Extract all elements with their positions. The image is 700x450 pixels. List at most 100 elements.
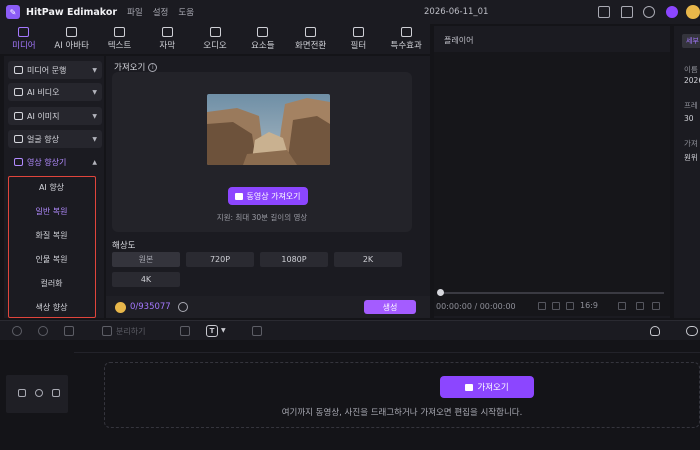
undo-icon[interactable]	[12, 326, 22, 336]
sidebar-item-face-enhance[interactable]: 얼굴 향상 ▼	[8, 130, 102, 148]
effects-icon	[400, 27, 412, 37]
feedback-icon[interactable]	[621, 6, 633, 18]
text-icon	[113, 27, 125, 37]
snapshot-icon[interactable]	[618, 302, 626, 310]
tab-filter[interactable]: 필터	[334, 24, 382, 54]
menu-file[interactable]: 파일	[127, 6, 143, 18]
delete-icon[interactable]	[64, 326, 74, 336]
profile-avatar-icon[interactable]	[666, 6, 678, 18]
video-enhance-icon	[14, 158, 23, 166]
sidebar-item-video-enhancer[interactable]: 영상 향상기 ▲	[8, 153, 102, 171]
prop-framerate-label: 프레	[684, 101, 698, 110]
next-frame-icon[interactable]	[566, 302, 574, 310]
import-drop-zone[interactable]: 동영상 가져오기 지원: 최대 30분 길이의 영상	[112, 72, 412, 232]
chevron-down-icon: ▼	[92, 88, 97, 96]
redo-icon[interactable]	[38, 326, 48, 336]
player-viewport[interactable]	[434, 52, 670, 316]
scrubber-handle[interactable]	[437, 289, 444, 296]
submenu-colorize[interactable]: 컬러화	[9, 278, 94, 289]
project-name[interactable]: 2026-06-11_01	[424, 7, 488, 17]
prop-name-value: 2026	[684, 76, 700, 85]
coin-icon[interactable]	[686, 5, 700, 19]
sidebar-item-ai-image[interactable]: AI 이미지 ▼	[8, 107, 102, 125]
submenu-color-enhance[interactable]: 색상 향상	[9, 302, 94, 313]
sidebar-item-ai-video[interactable]: AI 비디오 ▼	[8, 83, 102, 101]
submenu-ai-enhance[interactable]: AI 향상	[9, 182, 94, 193]
timeline-import-button[interactable]: 가져오기	[440, 376, 534, 398]
track-header	[6, 375, 68, 413]
import-icon	[465, 383, 474, 391]
credits-bar: 0/935077 생성	[106, 296, 430, 318]
layout-icon[interactable]	[598, 6, 610, 18]
resolution-4k-button[interactable]: 4K	[112, 272, 180, 287]
scissors-icon[interactable]	[102, 326, 112, 336]
tab-media[interactable]: 미디어	[0, 24, 48, 54]
resolution-original-button[interactable]: 원본	[112, 252, 180, 267]
player-timecode: 00:00:00 / 00:00:00	[436, 302, 516, 311]
link-icon[interactable]	[686, 326, 698, 336]
timeline-hint: 여기까지 동영상, 사진을 드래그하거나 가져오면 편집을 시작합니다.	[281, 408, 523, 418]
prop-name-label: 이름	[684, 65, 698, 74]
filter-icon	[352, 27, 364, 37]
submenu-quality-restore[interactable]: 화질 복원	[9, 230, 94, 241]
tab-effects[interactable]: 특수효과	[382, 24, 430, 54]
microphone-icon[interactable]	[650, 326, 660, 336]
tab-transition[interactable]: 화면전환	[287, 24, 335, 54]
app-logo: ✎	[6, 5, 20, 19]
timeline-toolbar: 분리하기 T ▼	[0, 320, 700, 340]
coin-icon	[115, 301, 126, 313]
speaker-icon[interactable]	[52, 389, 60, 397]
volume-icon[interactable]	[636, 302, 644, 310]
resolution-label: 해상도	[112, 241, 136, 251]
resolution-2k-button[interactable]: 2K	[334, 252, 402, 267]
eye-icon[interactable]	[35, 389, 43, 397]
chevron-down-icon: ▼	[92, 135, 97, 143]
tab-text[interactable]: 텍스트	[96, 24, 144, 54]
chevron-down-icon[interactable]: ▼	[221, 327, 226, 334]
fullscreen-icon[interactable]	[652, 302, 660, 310]
ai-video-icon	[14, 88, 23, 96]
app-name: HitPaw Edimakor	[26, 6, 118, 18]
import-panel: 가져오기 i 동영상 가져오기 지원: 최대 30분 길이의 영상 해상도 원본…	[106, 56, 430, 318]
info-icon[interactable]: i	[148, 63, 158, 72]
tab-details[interactable]: 세부	[682, 34, 700, 48]
credits-count: 0/935077	[130, 302, 171, 312]
generate-button[interactable]: 생성	[364, 300, 416, 314]
media-icon	[18, 27, 30, 37]
play-icon[interactable]	[552, 302, 560, 310]
title-bar: ✎ HitPaw Edimakor 파일 설정 도움 2026-06-11_01	[0, 0, 700, 24]
resolution-720p-button[interactable]: 720P	[186, 252, 254, 267]
chevron-down-icon: ▼	[92, 112, 97, 120]
split-label[interactable]: 분리하기	[116, 326, 145, 337]
folder-icon	[14, 66, 23, 74]
resolution-1080p-button[interactable]: 1080P	[260, 252, 328, 267]
submenu-portrait-restore[interactable]: 인물 복원	[9, 254, 94, 265]
tab-subtitle[interactable]: 자막	[143, 24, 191, 54]
download-icon[interactable]	[643, 6, 655, 18]
shield-icon[interactable]	[180, 326, 190, 336]
tab-ai-avatar[interactable]: AI 아바타	[48, 24, 96, 54]
track-lock-icon[interactable]	[18, 389, 26, 397]
timeline-ruler[interactable]	[74, 341, 700, 353]
chevron-up-icon: ▲	[92, 158, 97, 166]
prop-import-label: 가져	[684, 139, 698, 148]
aspect-ratio-selector[interactable]: 16:9	[580, 301, 598, 310]
player-panel: 플레이어 00:00:00 / 00:00:00 16:9	[434, 26, 670, 318]
player-scrubber[interactable]	[440, 292, 664, 294]
tab-audio[interactable]: 오디오	[191, 24, 239, 54]
crop-icon[interactable]	[252, 326, 262, 336]
sidebar-item-media[interactable]: 미디어 문행 ▼	[8, 61, 102, 79]
prev-frame-icon[interactable]	[538, 302, 546, 310]
refresh-icon[interactable]	[177, 302, 188, 312]
menu-settings[interactable]: 설정	[153, 6, 169, 18]
sample-video-thumbnail	[207, 94, 330, 165]
timeline-drop-zone[interactable]	[104, 362, 700, 428]
import-support-note: 지원: 최대 30분 길이의 영상	[216, 213, 308, 222]
tab-elements[interactable]: 요소들	[239, 24, 287, 54]
menu-help[interactable]: 도움	[178, 6, 194, 18]
text-dropdown[interactable]: T	[206, 325, 218, 337]
import-video-button[interactable]: 동영상 가져오기	[228, 187, 308, 205]
feature-tabs: 미디어 AI 아바타 텍스트 자막 오디오 요소들 화면전환 필터 특수효과	[0, 24, 430, 54]
chevron-down-icon: ▼	[92, 66, 97, 74]
submenu-general-restore[interactable]: 일반 복원	[9, 206, 94, 217]
